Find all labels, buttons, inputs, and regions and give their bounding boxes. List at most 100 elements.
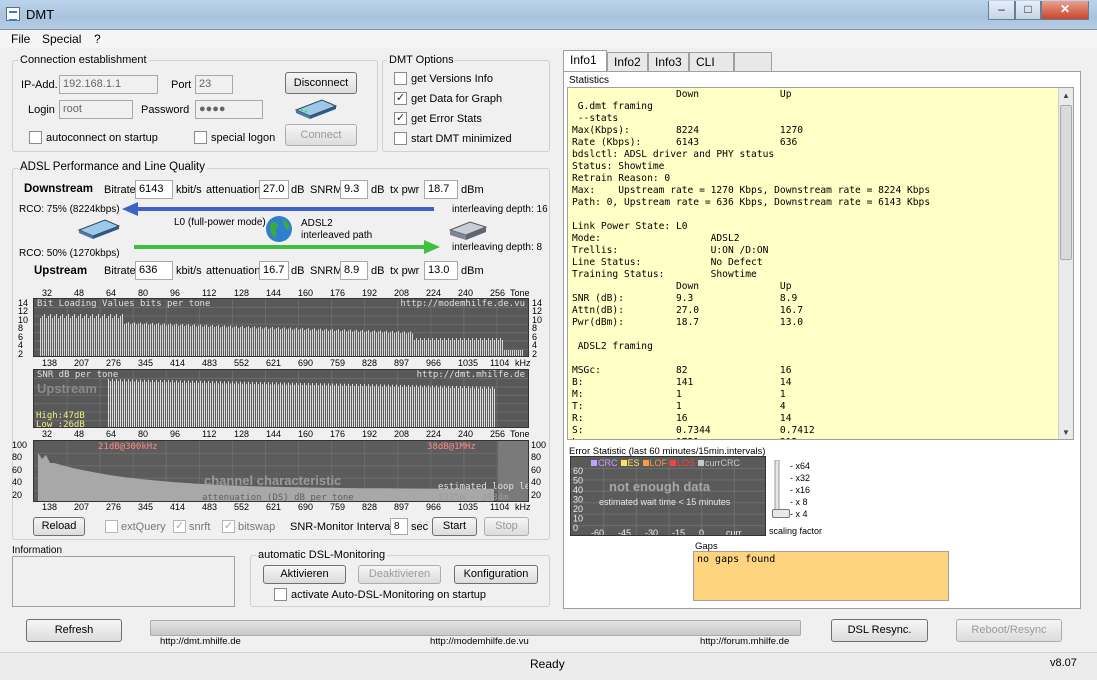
password-field[interactable]: ●●●● — [195, 100, 263, 119]
scaling-slider-thumb[interactable] — [772, 509, 790, 518]
bit-bar — [130, 324, 131, 356]
bit-bar — [134, 322, 135, 356]
link-modemhilfe[interactable]: http://modemhilfe.de.vu — [430, 636, 529, 647]
close-button[interactable]: ✕ — [1041, 1, 1089, 20]
snr-bar — [450, 387, 451, 427]
bit-bar — [76, 318, 77, 356]
start-button[interactable]: Start — [432, 517, 477, 536]
snr-bar — [422, 387, 423, 427]
khz-axis-middle: 138 207 276 345 414 483 552 621 690 759 828 897 966 1… — [34, 358, 530, 369]
channel-ytick: 100 — [531, 440, 547, 450]
scroll-down-icon[interactable]: ▼ — [1062, 428, 1070, 437]
auto-startup-checkbox[interactable] — [274, 588, 287, 601]
bit-bar — [384, 331, 385, 356]
snr-bar — [220, 381, 221, 427]
bit-bar — [136, 324, 137, 356]
minimize-button[interactable]: – — [988, 1, 1015, 20]
extquery-checkbox[interactable] — [105, 520, 118, 533]
menu-file[interactable]: File — [11, 32, 30, 46]
autoconnect-checkbox[interactable] — [29, 131, 42, 144]
bit-bar — [256, 328, 257, 356]
stop-button[interactable]: Stop — [484, 517, 529, 536]
bit-bar — [258, 327, 259, 356]
bit-bar — [182, 323, 183, 356]
scroll-thumb[interactable] — [1060, 105, 1072, 260]
menu-special[interactable]: Special — [42, 32, 81, 46]
snr-bar — [246, 383, 247, 427]
bit-bar — [350, 329, 351, 356]
snrft-checkbox[interactable]: ✓ — [173, 520, 186, 533]
snr-bar — [238, 383, 239, 427]
maximize-button[interactable]: □ — [1015, 1, 1041, 20]
bit-bar — [274, 329, 275, 356]
login-label: Login — [28, 104, 55, 116]
tab-empty[interactable] — [734, 52, 772, 71]
tone-tick: 48 — [74, 429, 85, 439]
disconnect-button[interactable]: Disconnect — [285, 72, 357, 94]
special-logon-checkbox[interactable] — [194, 131, 207, 144]
bit-bar — [322, 330, 323, 356]
downstream-arrow-line — [134, 207, 434, 211]
bit-bar — [212, 324, 213, 356]
menu-help[interactable]: ? — [94, 32, 101, 46]
bit-bar — [264, 327, 265, 356]
graph-data-checkbox[interactable]: ✓ — [394, 92, 407, 105]
bit-bar — [494, 340, 495, 356]
bit-bar — [368, 330, 369, 356]
activate-button[interactable]: Aktivieren — [263, 565, 346, 584]
tone-tick: 160 — [298, 288, 314, 298]
connect-button[interactable]: Connect — [285, 124, 357, 146]
tone-tick: 176 — [330, 429, 346, 439]
snr-bar — [376, 384, 377, 427]
bit-bar — [480, 338, 481, 356]
bit-bar — [260, 326, 261, 356]
snr-bar — [114, 381, 115, 427]
snr-bar — [324, 383, 325, 427]
versions-checkbox[interactable] — [394, 72, 407, 85]
bit-bar — [248, 326, 249, 356]
statistics-scrollbar[interactable]: ▲ ▼ — [1058, 88, 1073, 439]
ip-address-field[interactable]: 192.168.1.1 — [59, 75, 158, 94]
bit-bar — [500, 338, 501, 356]
tab-info3[interactable]: Info3 — [648, 52, 689, 71]
snr-bar — [292, 382, 293, 427]
snr-bar — [486, 388, 487, 427]
bitswap-checkbox[interactable]: ✓ — [222, 520, 235, 533]
bit-bar — [266, 326, 267, 356]
port-field[interactable]: 23 — [195, 75, 233, 94]
reboot-resync-button[interactable]: Reboot/Resync — [956, 619, 1062, 642]
snr-bar — [180, 380, 181, 427]
bit-bar — [172, 325, 173, 356]
bit-bar — [404, 331, 405, 356]
deactivate-button[interactable]: Deaktivieren — [358, 565, 441, 584]
error-ytick: 20 — [573, 504, 583, 514]
minimized-checkbox[interactable] — [394, 132, 407, 145]
tone-tick: 80 — [138, 429, 149, 439]
link-forum[interactable]: http://forum.mhilfe.de — [700, 636, 789, 647]
scroll-up-icon[interactable]: ▲ — [1062, 91, 1070, 100]
tab-info2[interactable]: Info2 — [607, 52, 648, 71]
link-dmt[interactable]: http://dmt.mhilfe.de — [160, 636, 241, 647]
legend-entry: CRC — [598, 458, 618, 468]
tab-cli[interactable]: CLI — [689, 52, 734, 71]
dsl-resync-button[interactable]: DSL Resync. — [831, 619, 928, 642]
up-snrm-value: 8.9 — [340, 261, 368, 280]
refresh-button[interactable]: Refresh — [26, 619, 122, 642]
bit-bar — [458, 340, 459, 356]
bit-bar — [450, 340, 451, 356]
channel-ytick: 80 — [12, 452, 23, 463]
login-field[interactable]: root — [59, 100, 133, 119]
channel-subtitle: attenuation (DS) dB per tone — [202, 493, 354, 502]
error-stats-checkbox[interactable]: ✓ — [394, 112, 407, 125]
snr-bar — [356, 383, 357, 427]
bit-bar — [334, 331, 335, 356]
snr-interval-input[interactable]: 8 — [390, 518, 408, 535]
modem-icon — [294, 99, 338, 119]
reload-button[interactable]: Reload — [33, 517, 85, 536]
snr-bar — [312, 383, 313, 427]
tab-info1[interactable]: Info1 — [563, 50, 607, 71]
snr-bar — [336, 383, 337, 427]
snr-bar — [244, 381, 245, 427]
configuration-button[interactable]: Konfiguration — [454, 565, 538, 584]
bit-bar — [440, 338, 441, 356]
